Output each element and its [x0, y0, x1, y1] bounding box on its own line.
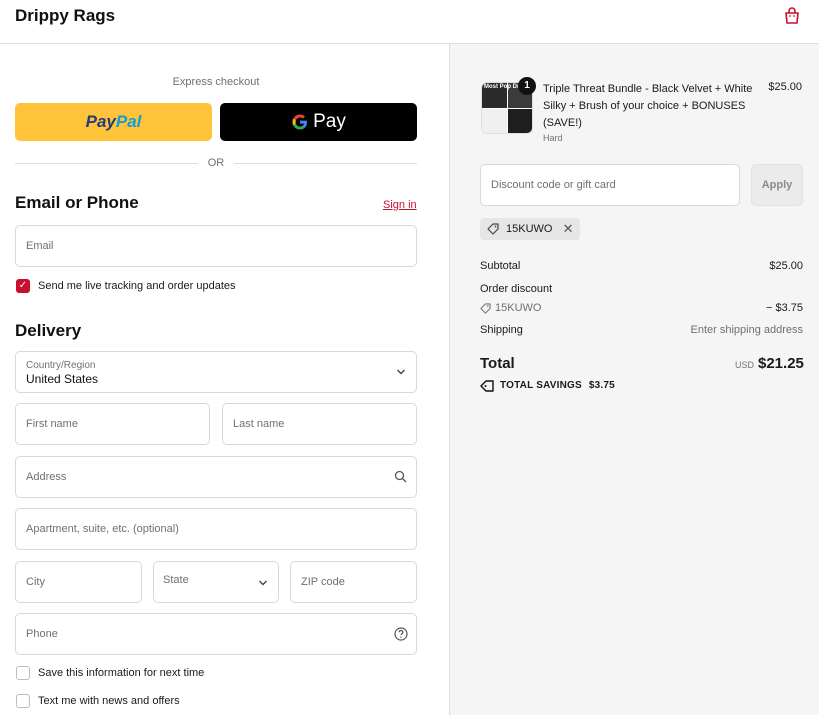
apply-button[interactable]: Apply	[751, 164, 803, 206]
total-value: $21.25	[758, 355, 804, 372]
help-icon[interactable]	[394, 627, 408, 641]
chevron-down-icon	[397, 369, 405, 375]
savings-value: $3.75	[588, 380, 615, 391]
applied-code-chip: 15KUWO ✕	[480, 218, 580, 240]
shipping-value: Enter shipping address	[690, 324, 803, 336]
city-field[interactable]: City	[15, 561, 142, 603]
subtotal-value: $25.00	[769, 260, 803, 272]
thumb-quadrant	[508, 109, 532, 133]
order-summary: Most Pop Drip 1 Triple Threat Bundle - B…	[449, 44, 819, 715]
subtotal-row: Subtotal $25.00	[480, 260, 803, 272]
last-name-placeholder: Last name	[233, 418, 285, 430]
sign-in-link[interactable]: Sign in	[383, 199, 417, 211]
first-name-field[interactable]: First name	[15, 403, 210, 445]
quantity-badge: 1	[518, 77, 536, 95]
news-checkbox[interactable]	[16, 694, 30, 708]
address-field[interactable]: Address	[15, 456, 417, 498]
email-field[interactable]: Email	[15, 225, 417, 267]
email-placeholder: Email	[26, 240, 54, 252]
search-icon	[394, 470, 407, 483]
delivery-title: Delivery	[15, 321, 82, 340]
product-title: Triple Threat Bundle - Black Velvet + Wh…	[543, 83, 753, 129]
discount-value: − $3.75	[765, 302, 803, 314]
city-placeholder: City	[26, 576, 45, 588]
divider-line-right	[234, 163, 417, 164]
discount-placeholder: Discount code or gift card	[491, 179, 616, 191]
discount-code-input[interactable]: Discount code or gift card	[480, 164, 740, 206]
discount-code-row: 15KUWO − $3.75	[480, 302, 803, 314]
chevron-down-icon	[259, 580, 267, 586]
state-placeholder: State	[163, 574, 189, 586]
zip-placeholder: ZIP code	[301, 576, 345, 588]
save-info-checkbox[interactable]	[16, 666, 30, 680]
header: Drippy Rags	[0, 0, 819, 44]
applied-code-text: 15KUWO	[506, 223, 553, 235]
address-placeholder: Address	[26, 471, 67, 483]
paypal-logo-part1: Pay	[85, 112, 116, 131]
country-select[interactable]: Country/Region United States	[15, 351, 417, 393]
google-pay-button[interactable]: Pay	[220, 103, 417, 141]
discount-code-text: 15KUWO	[495, 302, 542, 314]
shipping-row: Shipping Enter shipping address	[480, 324, 803, 336]
order-discount-row: Order discount	[480, 283, 803, 295]
express-checkout-label: Express checkout	[172, 76, 260, 88]
shipping-label: Shipping	[480, 324, 523, 336]
product-price: $25.00	[768, 81, 802, 93]
checkout-form: Express checkout Pay Pal Pay OR Email or …	[0, 44, 449, 715]
total-label: Total	[480, 355, 515, 372]
tag-icon	[480, 303, 491, 314]
subtotal-label: Subtotal	[480, 260, 521, 272]
total-currency: USD	[735, 360, 755, 370]
last-name-field[interactable]: Last name	[222, 403, 417, 445]
paypal-logo-part2: Pal	[115, 112, 142, 131]
google-pay-label: Pay	[313, 111, 346, 132]
savings-label: TOTAL SAVINGS	[500, 380, 582, 391]
state-select[interactable]: State	[153, 561, 279, 603]
tracking-checkbox[interactable]: ✓	[16, 279, 30, 293]
tag-icon	[480, 380, 494, 392]
country-label: Country/Region	[26, 360, 96, 371]
first-name-placeholder: First name	[26, 418, 78, 430]
paypal-button[interactable]: Pay Pal	[15, 103, 212, 141]
tracking-checkbox-label: Send me live tracking and order updates	[38, 280, 236, 292]
shopping-bag-icon[interactable]	[783, 7, 801, 25]
thumb-quadrant	[482, 109, 507, 133]
or-divider: OR	[15, 156, 417, 170]
google-g-icon	[292, 114, 308, 130]
save-info-label: Save this information for next time	[38, 667, 205, 679]
news-label: Text me with news and offers	[38, 695, 180, 707]
apartment-field[interactable]: Apartment, suite, etc. (optional)	[15, 508, 417, 550]
order-discount-label: Order discount	[480, 283, 553, 295]
zip-field[interactable]: ZIP code	[290, 561, 417, 603]
apartment-placeholder: Apartment, suite, etc. (optional)	[26, 523, 179, 535]
country-value: United States	[26, 372, 99, 386]
product-variant: Hard	[543, 133, 563, 143]
total-savings: TOTAL SAVINGS $3.75	[480, 380, 615, 392]
phone-placeholder: Phone	[26, 628, 58, 640]
contact-title: Email or Phone	[15, 193, 139, 212]
remove-code-icon[interactable]: ✕	[563, 218, 574, 240]
tag-icon	[487, 223, 499, 235]
phone-field[interactable]: Phone	[15, 613, 417, 655]
store-logo[interactable]: Drippy Rags	[15, 6, 115, 26]
